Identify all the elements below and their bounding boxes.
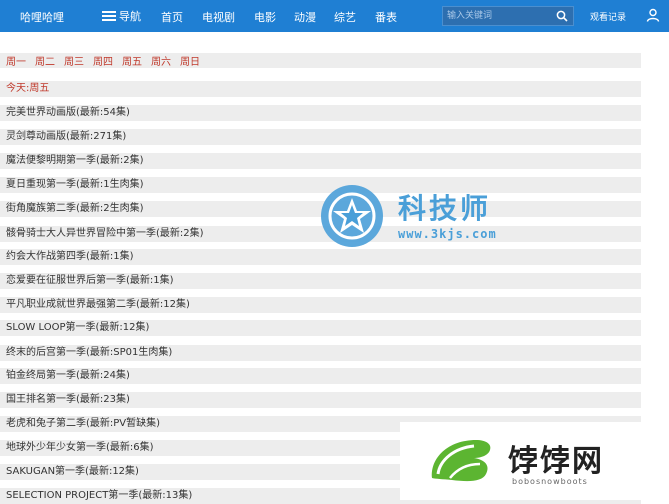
list-item[interactable]: 魔法便黎明期第一季(最新:2集) <box>0 153 641 169</box>
watch-history-link[interactable]: 观看记录 <box>590 10 626 23</box>
nav-menu-button[interactable]: 导航 <box>102 7 141 25</box>
watermark-corner: 饽饽网 bobosnowboots <box>400 422 669 500</box>
today-heading: 今天:周五 <box>0 81 641 97</box>
watermark-center: 科技师 www.3kjs.com <box>316 183 528 249</box>
tab-monday[interactable]: 周一 <box>6 53 26 68</box>
tab-wednesday[interactable]: 周三 <box>64 53 84 68</box>
top-navigation-bar: 哈哩哈哩 导航 首页 电视剧 电影 动漫 综艺 番表 观看记录 <box>0 0 669 32</box>
search-input[interactable] <box>443 7 557 25</box>
list-item[interactable]: 约会大作战第四季(最新:1集) <box>0 249 641 265</box>
nav-link-variety[interactable]: 综艺 <box>334 9 356 25</box>
tab-friday[interactable]: 周五 <box>122 53 142 68</box>
list-item[interactable]: 平凡职业成就世界最强第二季(最新:12集) <box>0 297 641 313</box>
list-item[interactable]: 恋爱要在征服世界后第一季(最新:1集) <box>0 273 641 289</box>
user-icon[interactable] <box>646 8 660 22</box>
leaf-b-logo-icon <box>431 440 491 482</box>
list-item[interactable]: 国王排名第一季(最新:23集) <box>0 392 641 408</box>
site-logo[interactable]: 哈哩哈哩 <box>20 9 64 25</box>
tab-tuesday[interactable]: 周二 <box>35 53 55 68</box>
nav-link-anime[interactable]: 动漫 <box>294 9 316 25</box>
search-box <box>442 6 574 26</box>
tab-sunday[interactable]: 周日 <box>180 53 200 68</box>
nav-link-schedule[interactable]: 番表 <box>375 9 397 25</box>
watermark-corner-url: bobosnowboots <box>512 477 588 486</box>
list-item[interactable]: 灵剑尊动画版(最新:271集) <box>0 129 641 145</box>
list-item[interactable]: 终末的后宫第一季(最新:SP01生肉集) <box>0 345 641 361</box>
hamburger-icon <box>102 10 116 22</box>
watermark-url: www.3kjs.com <box>398 227 497 241</box>
nav-link-tv-series[interactable]: 电视剧 <box>202 9 235 25</box>
list-item[interactable]: SLOW LOOP第一季(最新:12集) <box>0 320 641 336</box>
list-item[interactable]: 铂金终局第一季(最新:24集) <box>0 368 641 384</box>
watermark-corner-title: 饽饽网 <box>508 444 604 479</box>
weekday-tabs: 周一 周二 周三 周四 周五 周六 周日 <box>0 53 641 68</box>
nav-menu-label: 导航 <box>119 10 141 23</box>
watermark-title: 科技师 <box>398 192 492 225</box>
star-logo-icon <box>321 185 383 247</box>
nav-link-home[interactable]: 首页 <box>161 9 183 25</box>
list-item[interactable]: 完美世界动画版(最新:54集) <box>0 105 641 121</box>
tab-saturday[interactable]: 周六 <box>151 53 171 68</box>
tab-thursday[interactable]: 周四 <box>93 53 113 68</box>
nav-link-movies[interactable]: 电影 <box>254 9 276 25</box>
search-icon[interactable] <box>556 10 568 22</box>
